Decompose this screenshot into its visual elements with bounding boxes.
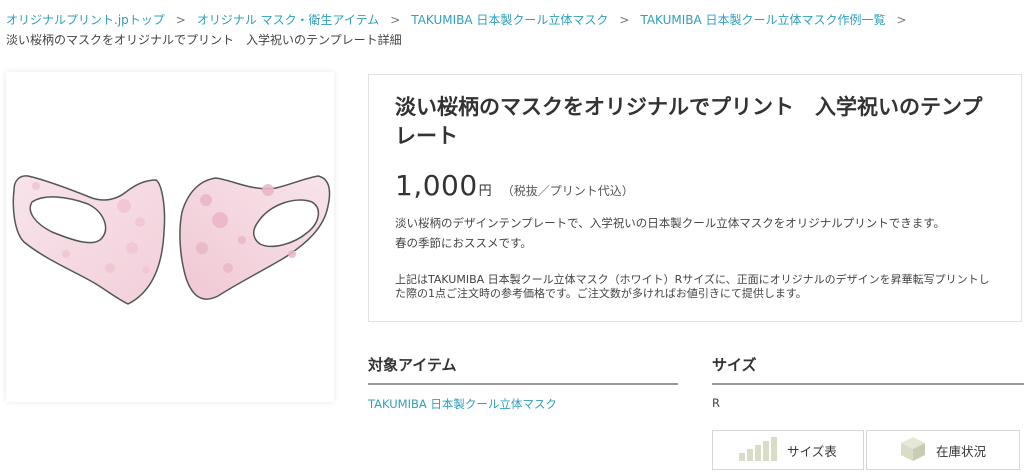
breadcrumb-link-examples[interactable]: TAKUMIBA 日本製クール立体マスク作例一覧 xyxy=(640,13,885,27)
product-info-panel: 淡い桜柄のマスクをオリジナルでプリント 入学祝いのテンプレート 1,000円 （税… xyxy=(368,74,1022,322)
size-value: R xyxy=(712,396,720,410)
breadcrumb-link-mask-category[interactable]: オリジナル マスク・衛生アイテム xyxy=(197,13,379,27)
size-heading: サイズ xyxy=(712,354,1024,385)
mask-left xyxy=(12,175,166,305)
breadcrumb-link-top[interactable]: オリジナルプリント.jpトップ xyxy=(6,13,165,27)
product-title: 淡い桜柄のマスクをオリジナルでプリント 入学祝いのテンプレート xyxy=(395,95,983,148)
size-chart-button[interactable]: サイズ表 xyxy=(712,430,864,470)
box-icon xyxy=(900,436,926,465)
price-reference-note: 上記はTAKUMIBA 日本製クール立体マスク（ホワイト）Rサイズに、正面にオリ… xyxy=(395,273,990,300)
stock-status-button[interactable]: 在庫状況 xyxy=(866,430,1020,470)
breadcrumb-link-product[interactable]: TAKUMIBA 日本製クール立体マスク xyxy=(411,13,608,27)
price-tax-note: （税抜／プリント代込） xyxy=(501,184,634,198)
target-item-heading: 対象アイテム xyxy=(368,354,678,385)
mask-right xyxy=(179,175,331,300)
breadcrumb-separator: > xyxy=(896,13,907,27)
price-value: 1,000 xyxy=(395,169,478,202)
price-row: 1,000円 （税抜／プリント代込） xyxy=(395,169,634,202)
mask-illustration xyxy=(12,175,331,305)
breadcrumb: オリジナルプリント.jpトップ > オリジナル マスク・衛生アイテム > TAKUMIB… xyxy=(6,10,1016,50)
stock-status-label: 在庫状況 xyxy=(935,443,986,459)
size-chart-label: サイズ表 xyxy=(787,443,837,459)
product-description: 淡い桜柄のデザインテンプレートで、入学祝いの日本製クール立体マスクをオリジナルプ… xyxy=(395,213,995,253)
breadcrumb-current: 淡い桜柄のマスクをオリジナルでプリント 入学祝いのテンプレート詳細 xyxy=(6,33,402,47)
breadcrumb-separator: > xyxy=(175,13,186,27)
bar-chart-icon xyxy=(739,436,778,464)
target-item-link[interactable]: TAKUMIBA 日本製クール立体マスク xyxy=(368,396,557,412)
price-currency: 円 xyxy=(478,184,492,199)
description-line-1: 淡い桜柄のデザインテンプレートで、入学祝いの日本製クール立体マスクをオリジナルプ… xyxy=(395,216,946,230)
breadcrumb-separator: > xyxy=(390,13,401,27)
description-line-2: 春の季節におススメです。 xyxy=(395,236,532,250)
breadcrumb-separator: > xyxy=(619,13,630,27)
product-image xyxy=(6,72,334,402)
